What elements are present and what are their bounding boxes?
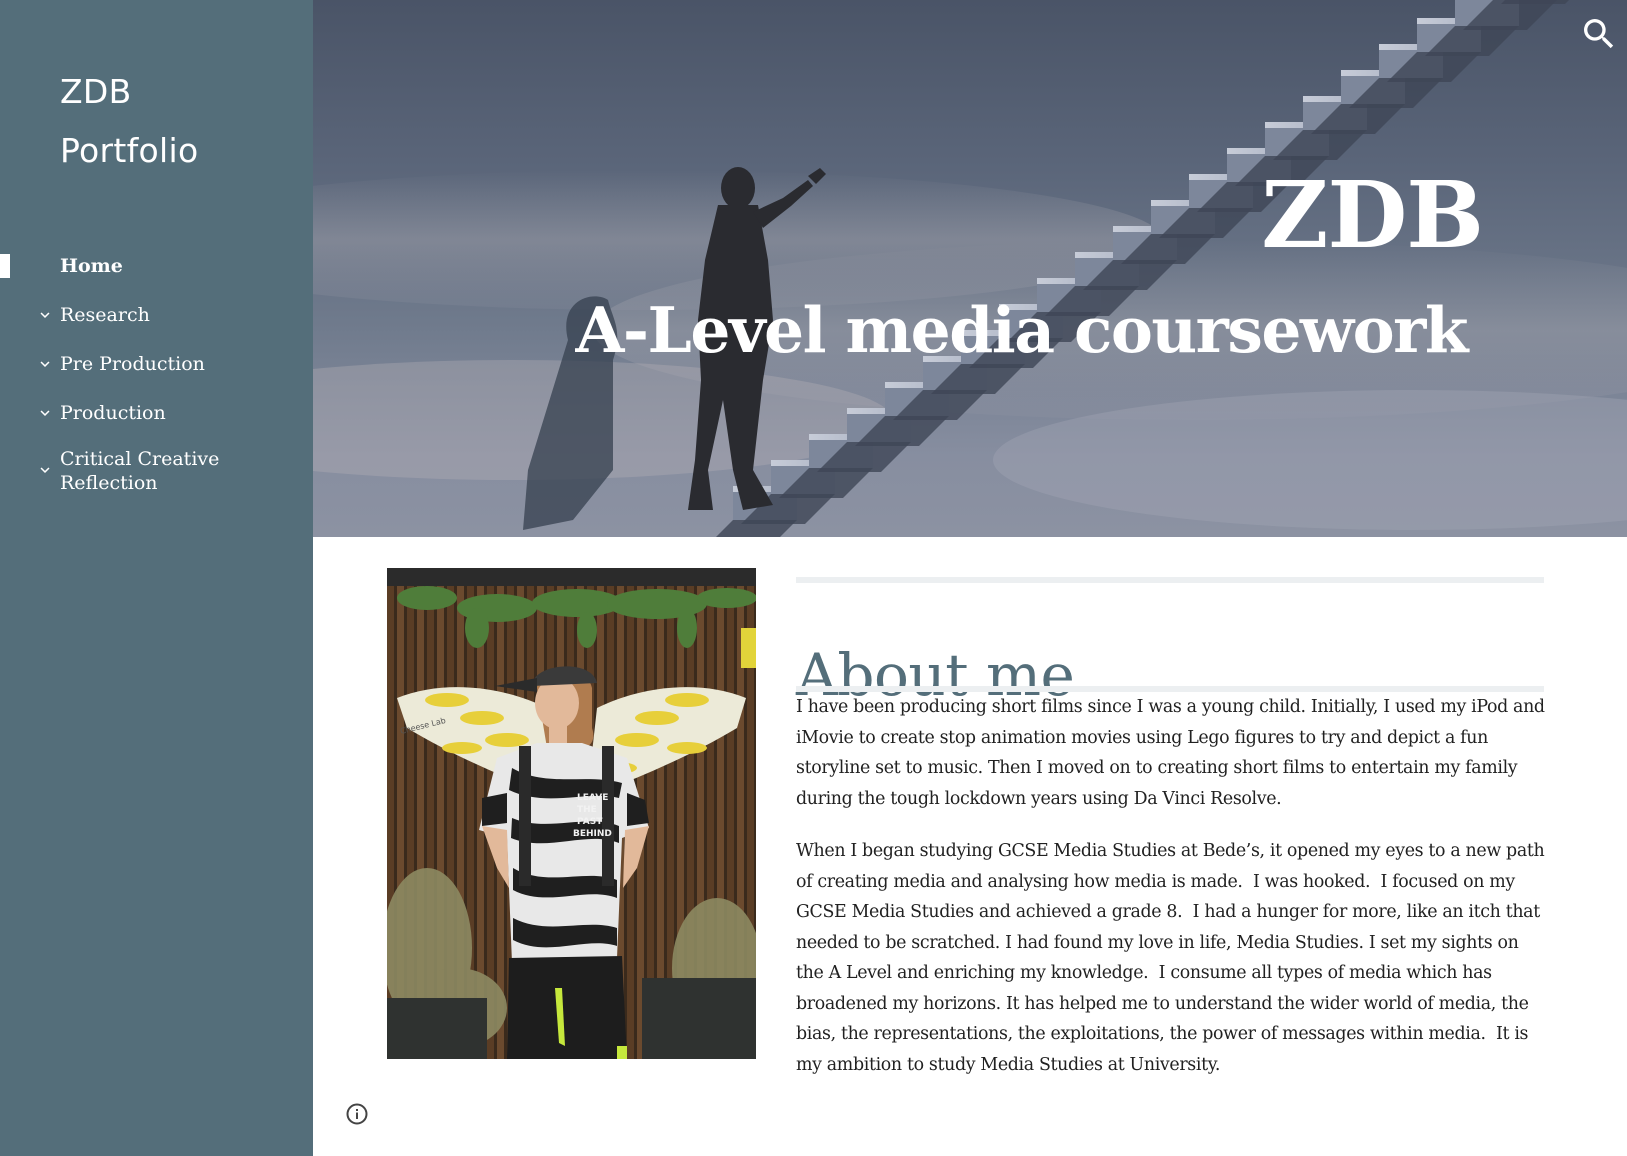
nav-item-label: Pre Production [60,353,205,375]
page-title: ZDB [1261,161,1484,269]
nav-item-research[interactable]: Research [0,297,313,333]
nav-item-label: Research [60,304,150,326]
nav-item-pre-production[interactable]: Pre Production [0,346,313,382]
search-icon[interactable] [1579,14,1619,54]
paragraph: When I began studying GCSE Media Studies… [796,841,1550,1075]
nav-item-production[interactable]: Production [0,395,313,431]
tshirt-text-line: LEAVE [577,793,608,803]
header-banner: ZDB A-Level media coursework [313,0,1627,537]
chevron-down-icon[interactable] [36,461,54,479]
nav-item-label: Critical Creative Reflection [60,448,220,494]
about-text: I have been producing short films since … [796,692,1548,1102]
nav-item-label: Home [60,255,123,277]
site-title-line-2[interactable]: Portfolio [60,121,300,180]
tshirt-text-line: PAST [577,817,603,827]
profile-photo: Cheese Lab LEAVE THE PAST BEHIND [387,568,756,1059]
nav-item-label: Production [60,402,166,424]
site-title[interactable]: ZDB Portfolio [60,62,300,180]
nav-item-critical-creative-reflection[interactable]: Critical Creative Reflection [0,444,313,495]
paragraph: I have been producing short films since … [796,697,1550,809]
page-subtitle: A-Level media coursework [575,293,1469,367]
site-navigation: Home Research Pre Production Production [0,248,313,495]
chevron-down-icon[interactable] [36,306,54,324]
active-page-indicator [0,254,10,278]
chevron-down-icon[interactable] [36,355,54,373]
profile-photo-image: Cheese Lab LEAVE THE PAST BEHIND [387,568,756,1059]
section-divider [796,577,1544,583]
site-title-line-1[interactable]: ZDB [60,62,300,121]
sidebar: ZDB Portfolio Home Research Pre Producti… [0,0,313,1156]
tshirt-text-line: THE [577,805,597,815]
info-icon[interactable] [345,1102,369,1126]
tshirt-text-line: BEHIND [573,829,612,839]
nav-item-home[interactable]: Home [0,248,313,284]
chevron-down-icon[interactable] [36,404,54,422]
